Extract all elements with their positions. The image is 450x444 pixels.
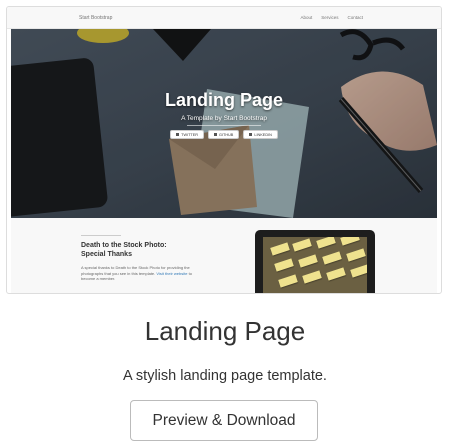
sticky-note bbox=[298, 254, 318, 268]
section-rule bbox=[81, 235, 121, 236]
thumbnail-navbar: Start Bootstrap About Services Contact bbox=[7, 7, 441, 29]
sticky-note bbox=[278, 274, 298, 288]
github-button: GITHUB bbox=[208, 130, 240, 139]
preview-download-button[interactable]: Preview & Download bbox=[130, 400, 318, 441]
sticky-note bbox=[302, 270, 322, 284]
twitter-button: TWITTER bbox=[170, 130, 204, 139]
tablet-photo bbox=[255, 230, 375, 293]
sticky-note bbox=[350, 264, 367, 278]
thumbnail-content-section: Death to the Stock Photo: Special Thanks… bbox=[11, 218, 437, 293]
sticky-note bbox=[326, 267, 346, 281]
sticky-note bbox=[316, 237, 336, 249]
sticky-note bbox=[270, 242, 290, 256]
thumbnail-nav-about: About bbox=[300, 15, 313, 20]
sticky-notes-photo bbox=[263, 237, 367, 293]
section-title: Death to the Stock Photo: Special Thanks bbox=[81, 242, 167, 258]
template-description: A stylish landing page template. bbox=[123, 368, 327, 384]
linkedin-icon bbox=[249, 133, 253, 136]
twitter-button-label: TWITTER bbox=[181, 132, 198, 137]
hero-background-photo bbox=[11, 29, 437, 218]
hero-title: Landing Page bbox=[164, 90, 283, 110]
sticky-note bbox=[346, 248, 366, 262]
sticky-note bbox=[322, 251, 342, 265]
github-button-label: GITHUB bbox=[219, 132, 234, 137]
github-icon bbox=[214, 133, 217, 136]
thumbnail-nav-contact: Contact bbox=[347, 15, 363, 20]
hero-divider bbox=[187, 125, 261, 126]
hero-subtitle: A Template by Start Bootstrap bbox=[181, 115, 267, 122]
sticky-note bbox=[340, 237, 360, 246]
thumbnail-hero: Landing Page A Template by Start Bootstr… bbox=[11, 29, 437, 218]
thumbnail-nav-links: About Services Contact bbox=[300, 15, 363, 20]
template-title: Landing Page bbox=[144, 316, 306, 346]
twitter-icon bbox=[176, 133, 180, 136]
linkedin-button: LINKEDIN bbox=[243, 130, 278, 139]
thumbnail-nav-services: Services bbox=[321, 15, 339, 20]
sticky-note bbox=[292, 238, 312, 252]
thumbnail-brand: Start Bootstrap bbox=[79, 15, 113, 21]
linkedin-button-label: LINKEDIN bbox=[254, 132, 272, 137]
section-link: Visit their website bbox=[156, 270, 188, 276]
sticky-note bbox=[274, 258, 294, 272]
template-thumbnail[interactable]: Start Bootstrap About Services Contact L… bbox=[6, 6, 442, 294]
section-text: A special thanks to Death to the Stock P… bbox=[81, 265, 205, 282]
hero-social-buttons: TWITTER GITHUB LINKEDIN bbox=[11, 130, 437, 139]
